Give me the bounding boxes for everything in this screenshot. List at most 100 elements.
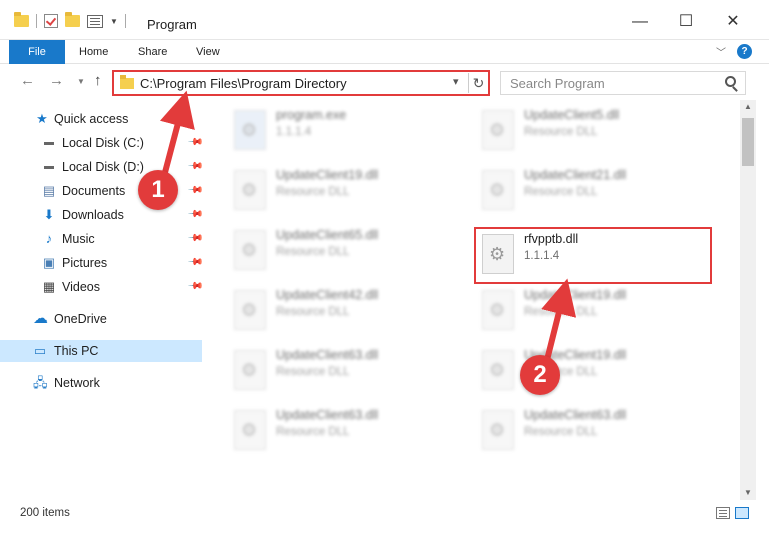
file-name: UpdateClient63.dll — [276, 408, 379, 422]
tab-share[interactable]: Share — [138, 40, 167, 64]
dll-file-icon — [234, 350, 266, 390]
file-type: Resource DLL — [276, 366, 350, 378]
large-icons-view-icon[interactable] — [735, 507, 749, 519]
file-type: Resource DLL — [276, 306, 350, 318]
nav-item-label: Local Disk (C:) — [62, 136, 144, 150]
file-name: UpdateClient21.dll — [524, 168, 627, 182]
tab-view[interactable]: View — [196, 40, 220, 64]
address-bar[interactable]: C:\Program Files\Program Directory ▾ ↻ — [112, 70, 490, 96]
close-button[interactable]: ✕ — [718, 9, 748, 35]
list-item[interactable]: UpdateClient19.dll Resource DLL — [232, 164, 472, 216]
list-item[interactable]: UpdateClient63.dll Resource DLL — [480, 404, 720, 456]
back-arrow-icon[interactable]: ← — [20, 72, 35, 89]
status-bar: 200 items — [0, 500, 769, 537]
step-1-badge: 1 — [138, 170, 178, 210]
vertical-scrollbar[interactable]: ▲ ▼ — [740, 100, 756, 500]
toolbar-separator — [36, 14, 37, 28]
music-icon: ♪ — [45, 231, 53, 246]
list-item[interactable]: program.exe 1.1.1.4 — [232, 104, 472, 156]
list-item[interactable]: UpdateClient19.dll Resource DLL — [480, 344, 720, 396]
scroll-up-icon[interactable]: ▲ — [740, 100, 756, 114]
list-item[interactable]: UpdateClient19.dll Resource DLL — [480, 284, 720, 336]
chevron-down-icon[interactable]: ▾ — [453, 75, 459, 88]
file-version: 1.1.1.4 — [276, 126, 312, 138]
list-item[interactable]: UpdateClient65.dll Resource DLL — [232, 224, 472, 276]
customize-toolbar-icon[interactable] — [87, 14, 103, 28]
nav-item-videos[interactable]: ▦ Videos 📌 — [0, 276, 204, 298]
list-item[interactable]: UpdateClient21.dll Resource DLL — [480, 164, 720, 216]
maximize-button[interactable]: ☐ — [671, 9, 701, 35]
nav-item-label: Music — [62, 232, 95, 246]
network-icon: 🖧 — [33, 375, 48, 390]
details-view-icon[interactable] — [716, 507, 730, 519]
nav-item-this-pc[interactable]: ▭ This PC — [0, 340, 202, 362]
file-name: UpdateClient19.dll — [524, 288, 627, 302]
file-list: program.exe 1.1.1.4 UpdateClient19.dll R… — [202, 100, 740, 500]
nav-item-music[interactable]: ♪ Music 📌 — [0, 228, 204, 250]
nav-item-label: Documents — [62, 184, 126, 198]
dll-file-icon — [482, 410, 514, 450]
step-2-badge: 2 — [520, 355, 560, 395]
scroll-down-icon[interactable]: ▼ — [740, 486, 756, 500]
nav-item-label: This PC — [54, 344, 99, 358]
file-type: Resource DLL — [524, 426, 598, 438]
tab-file[interactable]: File — [9, 40, 65, 64]
new-folder-icon[interactable] — [65, 12, 80, 27]
expand-ribbon-icon[interactable]: ﹀ — [716, 44, 726, 59]
help-button[interactable]: ? — [737, 44, 752, 59]
file-name: program.exe — [276, 108, 347, 122]
list-item[interactable]: UpdateClient42.dll Resource DLL — [232, 284, 472, 336]
dll-file-icon — [482, 170, 514, 210]
dll-file-icon — [234, 290, 266, 330]
file-type: Resource DLL — [276, 426, 350, 438]
cloud-icon: ☁ — [33, 310, 48, 327]
folder-icon — [14, 12, 29, 27]
file-name: UpdateClient19.dll — [276, 168, 379, 182]
toolbar-separator — [124, 14, 126, 28]
chevron-down-icon[interactable]: ▼ — [110, 17, 118, 26]
refresh-icon[interactable]: ↻ — [468, 73, 488, 93]
search-placeholder: Search Program — [510, 76, 605, 91]
dll-file-icon — [234, 410, 266, 450]
properties-check-icon[interactable] — [44, 14, 58, 28]
dll-file-icon — [482, 350, 514, 390]
window-title: Program — [147, 17, 197, 32]
file-type: Resource DLL — [276, 186, 350, 198]
scroll-thumb[interactable] — [742, 118, 754, 166]
navigation-pane: ★ Quick access ▬ Local Disk (C:) 📌 ▬ Loc… — [0, 100, 204, 500]
file-name: UpdateClient5.dll — [524, 108, 620, 122]
file-name: UpdateClient65.dll — [276, 228, 379, 242]
drive-icon: ▬ — [44, 161, 54, 172]
recent-locations-icon[interactable]: ▼ — [77, 77, 85, 86]
dll-file-icon — [482, 110, 514, 150]
nav-item-label: Quick access — [54, 112, 129, 126]
file-name: UpdateClient42.dll — [276, 288, 379, 302]
nav-item-quick-access[interactable]: ★ Quick access — [0, 108, 202, 130]
nav-item-network[interactable]: 🖧 Network — [0, 372, 202, 394]
minimize-button[interactable]: — — [625, 9, 655, 35]
quick-access-toolbar: ▼ — [14, 12, 126, 28]
nav-item-onedrive[interactable]: ☁ OneDrive — [0, 308, 202, 330]
search-icon[interactable] — [725, 76, 736, 87]
nav-item-label: Local Disk (D:) — [62, 160, 144, 174]
list-item[interactable]: UpdateClient63.dll Resource DLL — [232, 344, 472, 396]
item-count: 200 items — [20, 507, 70, 519]
nav-item-pictures[interactable]: ▣ Pictures 📌 — [0, 252, 204, 274]
tab-home[interactable]: Home — [79, 40, 108, 64]
address-path[interactable]: C:\Program Files\Program Directory — [140, 76, 347, 91]
search-input[interactable]: Search Program — [500, 71, 746, 95]
file-type: Resource DLL — [524, 126, 598, 138]
navigation-bar: ← → ▼ ↑ C:\Program Files\Program Directo… — [0, 64, 769, 100]
list-item[interactable]: UpdateClient5.dll Resource DLL — [480, 104, 720, 156]
nav-item-downloads[interactable]: ⬇ Downloads 📌 — [0, 204, 204, 226]
list-item[interactable]: UpdateClient63.dll Resource DLL — [232, 404, 472, 456]
drive-icon: ▬ — [44, 137, 54, 148]
nav-item-local-disk-c[interactable]: ▬ Local Disk (C:) 📌 — [0, 132, 204, 154]
ribbon-tabs: File Home Share View ﹀ ? — [0, 40, 769, 64]
nav-item-label: Network — [54, 376, 100, 390]
highlight-box — [474, 227, 712, 284]
nav-item-label: Downloads — [62, 208, 124, 222]
up-arrow-icon[interactable]: ↑ — [94, 72, 102, 89]
documents-icon: ▤ — [42, 183, 56, 198]
forward-arrow-icon[interactable]: → — [49, 72, 64, 89]
